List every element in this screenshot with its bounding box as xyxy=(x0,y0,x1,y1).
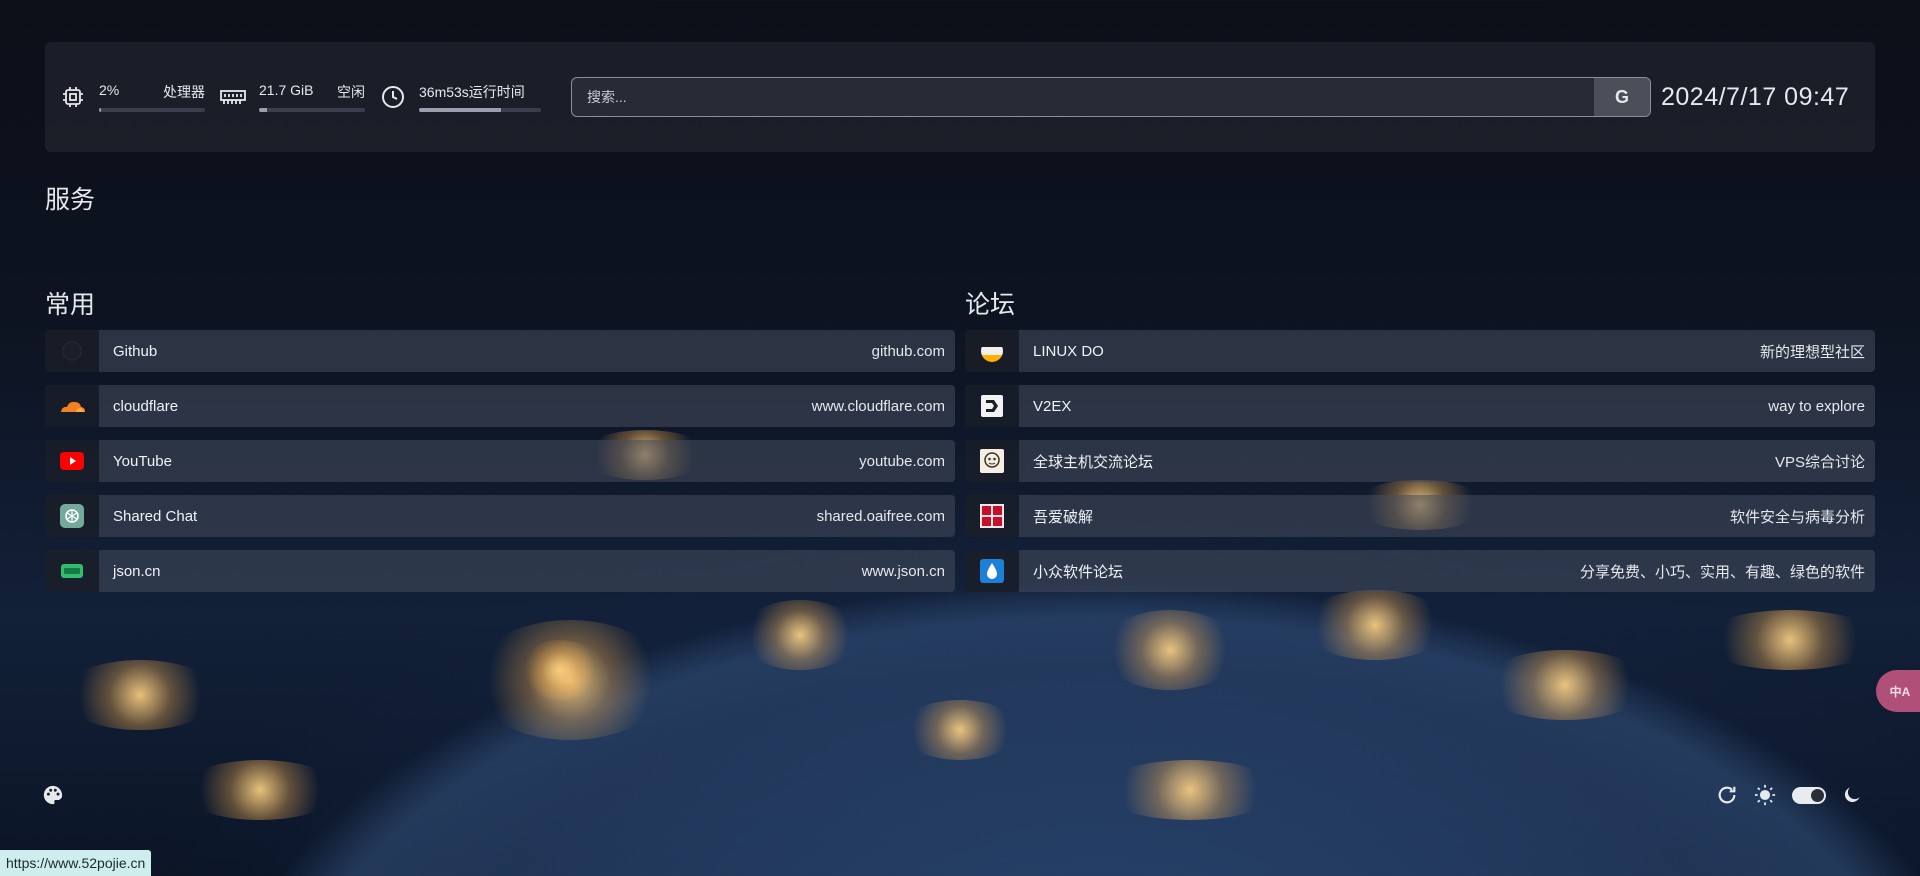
cpu-label: 处理器 xyxy=(163,84,205,100)
clock-icon xyxy=(379,83,407,111)
bookmark-shared-chat[interactable]: Shared Chat shared.oaifree.com xyxy=(45,495,955,537)
toggle-knob xyxy=(1811,788,1824,802)
bookmark-url: www.cloudflare.com xyxy=(811,397,945,415)
cloudflare-icon xyxy=(45,385,99,427)
status-bar-url: https://www.52pojie.cn xyxy=(0,850,152,876)
uptime-value: 36m53s运行时间 xyxy=(419,84,525,100)
top-bar: 2% 处理器 21.7 GiB 空闲 36m53s运行时间 G 2024/7/17 … xyxy=(45,42,1875,152)
cpu-bar xyxy=(99,108,205,112)
bookmark-cloudflare[interactable]: cloudflare www.cloudflare.com xyxy=(45,385,955,427)
bookmark-52pojie[interactable]: 吾爱破解 软件安全与病毒分析 xyxy=(965,495,1875,537)
cpu-icon xyxy=(59,83,87,111)
appinn-icon xyxy=(965,550,1019,592)
bookmark-name: json.cn xyxy=(113,562,161,580)
memory-value: 21.7 GiB xyxy=(259,82,314,98)
datetime: 2024/7/17 09:47 xyxy=(1661,82,1850,111)
palette-icon xyxy=(43,785,63,805)
bookmark-name: LINUX DO xyxy=(1033,342,1104,360)
bookmark-desc: 分享免费、小巧、实用、有趣、绿色的软件 xyxy=(1579,563,1865,581)
uptime-bar xyxy=(419,108,541,112)
bookmark-desc: way to explore xyxy=(1768,397,1865,415)
bookmark-desc: 软件安全与病毒分析 xyxy=(1729,508,1865,526)
bookmark-hostloc[interactable]: 全球主机交流论坛 VPS综合讨论 xyxy=(965,440,1875,482)
moon-icon xyxy=(1844,787,1860,803)
bookmark-url: shared.oaifree.com xyxy=(816,507,945,525)
bookmark-v2ex[interactable]: V2EX way to explore xyxy=(965,385,1875,427)
bookmark-name: Github xyxy=(113,342,158,360)
translate-button[interactable]: 中A xyxy=(1876,670,1920,712)
bookmark-url: www.json.cn xyxy=(861,562,945,580)
bookmark-url: github.com xyxy=(871,342,945,360)
bookmark-linux-do[interactable]: LINUX DO 新的理想型社区 xyxy=(965,330,1875,372)
cpu-stat: 2% 处理器 xyxy=(59,82,205,112)
bookmark-appinn[interactable]: 小众软件论坛 分享免费、小巧、实用、有趣、绿色的软件 xyxy=(965,550,1875,592)
bookmark-desc: VPS综合讨论 xyxy=(1774,453,1865,471)
sun-icon xyxy=(1754,784,1776,806)
youtube-icon xyxy=(45,440,99,482)
github-icon xyxy=(45,330,99,372)
memory-label: 空闲 xyxy=(337,84,365,100)
openai-icon xyxy=(45,495,99,537)
bookmark-name: YouTube xyxy=(113,452,172,470)
group-title-forum: 论坛 xyxy=(965,291,1016,319)
theme-toggle[interactable] xyxy=(1792,786,1826,804)
linuxdo-icon xyxy=(965,330,1019,372)
uptime-stat: 36m53s运行时间 xyxy=(379,82,541,112)
bookmark-url: youtube.com xyxy=(859,452,945,470)
json-icon xyxy=(45,550,99,592)
search-engine-button[interactable]: G xyxy=(1594,78,1650,116)
bookmark-youtube[interactable]: YouTube youtube.com xyxy=(45,440,955,482)
v2ex-icon xyxy=(965,385,1019,427)
bookmark-json-cn[interactable]: json.cn www.json.cn xyxy=(45,550,955,592)
bookmark-name: cloudflare xyxy=(113,397,179,415)
bookmark-group-forum: LINUX DO 新的理想型社区 V2EX way to explore 全球主机交… xyxy=(965,330,1875,605)
footer-controls xyxy=(1716,784,1878,806)
bookmark-name: Shared Chat xyxy=(113,507,198,525)
search-input[interactable] xyxy=(572,78,1594,116)
bookmark-name: 小众软件论坛 xyxy=(1033,563,1124,581)
cpu-value: 2% xyxy=(99,82,120,98)
memory-icon xyxy=(219,83,247,111)
bookmark-github[interactable]: Github github.com xyxy=(45,330,955,372)
services-heading: 服务 xyxy=(45,186,96,214)
group-title-common: 常用 xyxy=(45,291,96,319)
theme-palette-button[interactable] xyxy=(42,784,64,811)
bookmark-group-common: Github github.com cloudflare www.cloudflar… xyxy=(45,330,955,605)
bookmark-desc: 新的理想型社区 xyxy=(1759,343,1865,361)
bookmark-name: 吾爱破解 xyxy=(1033,508,1094,526)
52pojie-icon xyxy=(965,495,1019,537)
bookmark-name: 全球主机交流论坛 xyxy=(1033,453,1154,471)
memory-bar xyxy=(259,108,365,112)
hostloc-icon xyxy=(965,440,1019,482)
memory-stat: 21.7 GiB 空闲 xyxy=(219,82,365,112)
search-box: G xyxy=(571,77,1651,117)
refresh-icon[interactable] xyxy=(1716,784,1738,806)
bookmark-name: V2EX xyxy=(1033,397,1072,415)
